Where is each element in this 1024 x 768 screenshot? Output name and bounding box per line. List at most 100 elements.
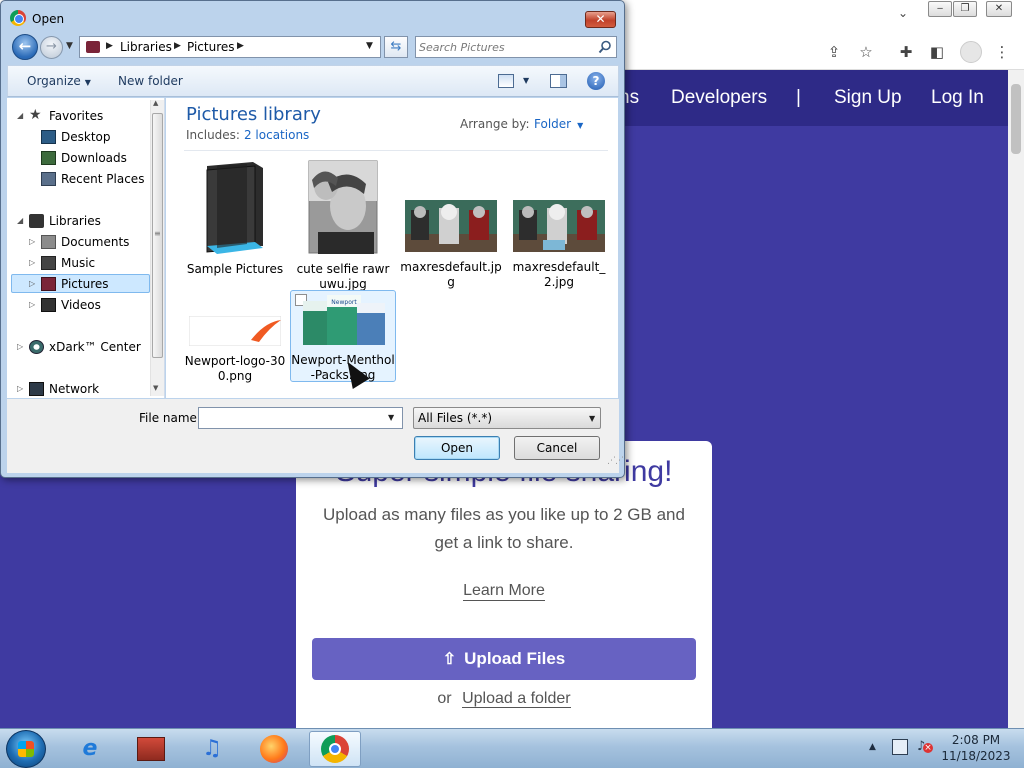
open-button[interactable]: Open: [414, 436, 500, 460]
file-name-input[interactable]: [202, 410, 382, 426]
start-button[interactable]: [6, 730, 46, 768]
music-player-icon[interactable]: ♫: [186, 731, 238, 767]
file-type-select[interactable]: All Files (*.*) ▼: [413, 407, 601, 429]
resize-grip-icon[interactable]: ⋰⋰: [607, 457, 624, 466]
breadcrumb-arrow-icon[interactable]: ▶: [106, 41, 113, 51]
tab-search-chevron-icon[interactable]: ⌄: [898, 6, 908, 20]
nav-link-developers[interactable]: Developers: [671, 87, 767, 109]
upload-files-label: Upload Files: [464, 649, 566, 668]
tree-label: Pictures: [61, 277, 109, 291]
file-item-newport-logo[interactable]: Newport-logo-300.png: [183, 315, 287, 384]
collapse-arrow-icon[interactable]: ▷: [17, 338, 23, 356]
cancel-button[interactable]: Cancel: [514, 436, 600, 460]
minimize-button[interactable]: ‒: [928, 1, 952, 17]
collapse-arrow-icon[interactable]: ▷: [29, 254, 35, 272]
includes-label: Includes:: [186, 128, 240, 142]
star-icon: ★: [29, 107, 42, 123]
collapse-arrow-icon[interactable]: ▷: [17, 380, 23, 398]
expand-arrow-icon[interactable]: ◢: [17, 107, 23, 125]
divider: [184, 150, 608, 151]
restore-button[interactable]: ❐: [953, 1, 977, 17]
dialog-close-button[interactable]: ✕: [585, 11, 616, 28]
side-panel-icon[interactable]: ◧: [927, 42, 947, 62]
clock-time[interactable]: 2:08 PM: [940, 733, 1012, 747]
tree-label: Desktop: [61, 130, 111, 144]
tree-label: Videos: [61, 298, 101, 312]
folder-icon: [206, 162, 263, 254]
includes-locations-link[interactable]: 2 locations: [244, 128, 309, 142]
file-item-maxresdefault-2[interactable]: maxresdefault_2.jpg: [507, 200, 611, 290]
share-icon[interactable]: ⇪: [824, 42, 844, 62]
file-manager-icon[interactable]: [125, 731, 177, 767]
close-icon: ✕: [994, 3, 1004, 14]
breadcrumb-libraries[interactable]: Libraries: [120, 40, 172, 54]
breadcrumb-arrow-icon[interactable]: ▶: [237, 41, 244, 51]
nav-link-log-in[interactable]: Log In: [931, 87, 984, 109]
help-icon[interactable]: ?: [587, 72, 605, 90]
page-scrollbar[interactable]: [1008, 70, 1024, 728]
learn-more-link[interactable]: Learn More: [463, 582, 545, 601]
dialog-footer: File name: ▼ All Files (*.*) ▼ Open Canc…: [7, 399, 624, 473]
chrome-menu-icon[interactable]: ⋮: [992, 42, 1012, 62]
arrange-by-dropdown[interactable]: Folder ▼: [534, 117, 583, 131]
address-dropdown-icon[interactable]: ▼: [366, 41, 373, 51]
file-name-combobox[interactable]: ▼: [198, 407, 403, 429]
clock-date[interactable]: 11/18/2023: [940, 749, 1012, 763]
collapse-arrow-icon[interactable]: ▷: [29, 275, 35, 293]
breadcrumb-pictures[interactable]: Pictures: [187, 40, 235, 54]
collapse-arrow-icon[interactable]: ▷: [29, 233, 35, 251]
collapse-arrow-icon[interactable]: ▷: [29, 296, 35, 314]
libraries-icon: [29, 214, 44, 228]
chrome-icon: [321, 735, 349, 763]
file-item-cute-selfie[interactable]: cute selfie rawr uwu.jpg: [291, 160, 395, 292]
view-options-dropdown-icon[interactable]: ▼: [523, 76, 529, 85]
upload-files-button[interactable]: ⇧ Upload Files: [312, 638, 696, 680]
scroll-up-arrow-icon[interactable]: ▲: [153, 99, 158, 107]
search-box[interactable]: [415, 36, 617, 58]
search-input[interactable]: [419, 39, 594, 55]
refresh-button[interactable]: ⇆: [384, 36, 408, 58]
show-hidden-icons-icon[interactable]: ▲: [869, 742, 876, 752]
search-icon[interactable]: [598, 40, 612, 54]
expand-arrow-icon[interactable]: ◢: [17, 212, 23, 230]
file-name: Newport-logo-300.png: [184, 354, 286, 383]
chevron-down-icon[interactable]: ▼: [388, 413, 394, 422]
file-type-value: All Files (*.*): [418, 411, 493, 425]
page-scroll-thumb[interactable]: [1011, 84, 1021, 154]
change-view-icon[interactable]: [498, 74, 514, 88]
preview-pane-icon[interactable]: [550, 74, 567, 88]
bookmark-star-icon[interactable]: ☆: [856, 42, 876, 62]
forward-button[interactable]: →: [40, 36, 63, 59]
upload-icon: ⇧: [442, 651, 457, 668]
or-text: or: [437, 690, 452, 707]
new-folder-button[interactable]: New folder: [118, 74, 183, 88]
file-item-maxresdefault[interactable]: maxresdefault.jpg: [399, 200, 503, 290]
arrange-by-value: Folder: [534, 117, 572, 131]
address-bar[interactable]: ▶ Libraries ▶ Pictures ▶ ▼: [79, 36, 381, 58]
file-item-sample-pictures[interactable]: Sample Pictures: [183, 160, 287, 277]
chrome-taskbar-button[interactable]: [309, 731, 361, 767]
network-tray-icon[interactable]: [892, 739, 908, 755]
close-window-button[interactable]: ✕: [986, 1, 1012, 17]
close-icon: ✕: [595, 12, 606, 26]
firefox-icon[interactable]: [248, 731, 300, 767]
extensions-puzzle-icon[interactable]: ✚: [896, 42, 916, 62]
scroll-down-arrow-icon[interactable]: ▼: [153, 384, 158, 392]
forward-arrow-icon: →: [46, 39, 57, 54]
desktop-icon: [41, 130, 56, 144]
scroll-grip-icon: ≡: [154, 229, 161, 238]
breadcrumb-arrow-icon[interactable]: ▶: [174, 41, 181, 51]
nav-link-sign-up[interactable]: Sign Up: [834, 87, 902, 109]
volume-muted-icon[interactable]: ♪: [917, 739, 933, 755]
organize-button[interactable]: Organize ▼: [27, 74, 91, 88]
dialog-title: Open: [32, 12, 65, 26]
recent-locations-dropdown-icon[interactable]: ▼: [66, 41, 73, 51]
internet-explorer-icon[interactable]: e: [64, 731, 116, 767]
pictures-library-icon: [86, 41, 100, 53]
upload-folder-link[interactable]: Upload a folder: [462, 690, 571, 708]
restore-icon: ❐: [960, 3, 970, 14]
profile-avatar[interactable]: [960, 41, 982, 63]
chevron-down-icon: ▼: [577, 121, 584, 130]
back-button[interactable]: ←: [12, 34, 38, 60]
tree-label: Music: [61, 256, 96, 270]
